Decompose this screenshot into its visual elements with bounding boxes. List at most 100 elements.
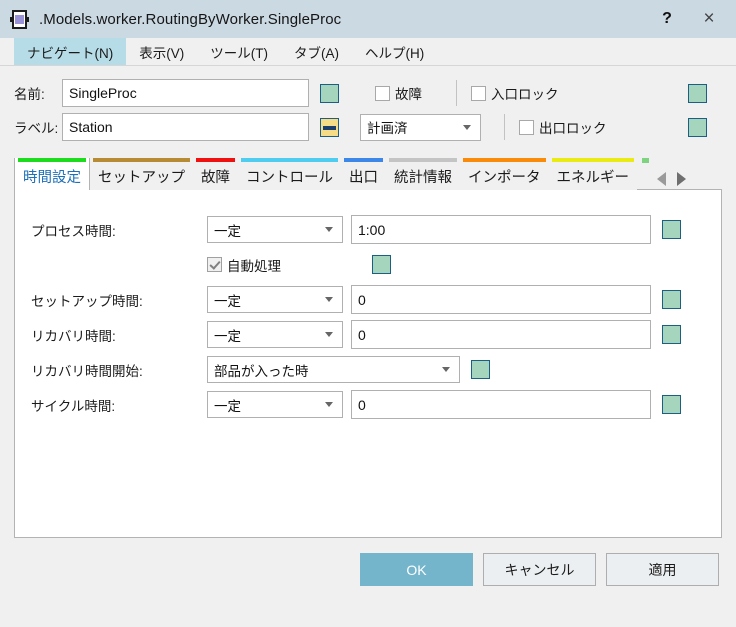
workstation-icon: [10, 9, 29, 29]
recovery-time-row: リカバリ時間: 一定 0: [15, 317, 721, 352]
entrance-lock-checkbox[interactable]: [471, 85, 486, 101]
entrance-lock-label: 入口ロック: [491, 87, 559, 102]
auto-process-row: 自動処理: [15, 247, 721, 282]
tab-exit[interactable]: 出口: [341, 158, 386, 190]
exit-lock-checkbox[interactable]: [519, 119, 534, 135]
name-row: 名前: SingleProc 故障 入口ロック: [0, 76, 736, 110]
label-input[interactable]: Station: [62, 113, 309, 141]
recovery-start-combo[interactable]: 部品が入った時: [207, 356, 460, 383]
tab-energy[interactable]: エネルギー: [548, 158, 637, 190]
process-time-indicator-square[interactable]: [662, 220, 681, 239]
failure-checkbox-label: 故障: [395, 87, 422, 102]
setup-time-input[interactable]: 0: [351, 285, 651, 314]
chevron-down-icon: [325, 332, 333, 337]
tab-label: 時間設定: [23, 169, 81, 186]
recovery-time-label: リカバリ時間:: [31, 328, 116, 344]
recovery-time-input[interactable]: 0: [351, 320, 651, 349]
menu-item-view[interactable]: 表示(V): [126, 38, 197, 65]
setup-time-indicator-square[interactable]: [662, 290, 681, 309]
dialog-footer: OK キャンセル 適用: [0, 538, 736, 586]
failure-checkbox-wrap[interactable]: 故障: [375, 83, 422, 103]
tab-label: インポータ: [468, 169, 541, 186]
menu-item-navigate[interactable]: ナビゲート(N): [14, 38, 127, 65]
recovery-time-indicator-square[interactable]: [662, 325, 681, 344]
cycle-time-distribution-value: 一定: [214, 398, 241, 414]
tab-area: 時間設定 セットアップ 故障 コントロール 出口 統計情報 インポータ エネルギ…: [14, 158, 722, 538]
process-time-label: プロセス時間:: [31, 223, 116, 239]
tab-statistics[interactable]: 統計情報: [386, 158, 460, 190]
setup-time-distribution-value: 一定: [214, 293, 241, 309]
entrance-lock-indicator-square[interactable]: [688, 83, 707, 103]
cancel-button[interactable]: キャンセル: [483, 553, 596, 586]
header-form: 名前: SingleProc 故障 入口ロック ラベル: Station 計画済: [0, 66, 736, 158]
tab-time-settings[interactable]: 時間設定: [14, 158, 90, 190]
chevron-down-icon: [325, 402, 333, 407]
recovery-start-label: リカバリ時間開始:: [31, 363, 143, 379]
tab-overflow-indicator: [642, 158, 649, 163]
tab-scroll-controls: [657, 172, 686, 190]
header-divider: [456, 80, 457, 106]
chevron-down-icon: [463, 124, 471, 130]
tab-importer[interactable]: インポータ: [460, 158, 549, 190]
ok-button[interactable]: OK: [360, 553, 473, 586]
name-indicator-square[interactable]: [320, 83, 339, 103]
tab-control[interactable]: コントロール: [238, 158, 341, 190]
entrance-lock-wrap[interactable]: 入口ロック: [471, 83, 559, 103]
tab-setup[interactable]: セットアップ: [90, 158, 193, 190]
label-row: ラベル: Station 計画済 出口ロック: [0, 110, 736, 144]
close-icon[interactable]: ×: [688, 0, 730, 38]
process-time-input[interactable]: 1:00: [351, 215, 651, 244]
header-divider-2: [504, 114, 505, 140]
exit-lock-label: 出口ロック: [539, 121, 607, 136]
window-title: .Models.worker.RoutingByWorker.SinglePro…: [39, 10, 342, 28]
tab-panel-time-settings: プロセス時間: 一定 1:00 自動処理 セットアップ時間: 一定 0 リカバリ…: [14, 189, 722, 538]
menu-item-tools[interactable]: ツール(T): [197, 38, 281, 65]
failure-checkbox[interactable]: [375, 85, 390, 101]
recovery-start-indicator-square[interactable]: [471, 360, 490, 379]
cycle-time-input[interactable]: 0: [351, 390, 651, 419]
scroll-right-icon[interactable]: [677, 172, 686, 186]
auto-process-checkbox[interactable]: [207, 257, 222, 272]
help-icon[interactable]: ?: [646, 0, 688, 38]
menu-item-tab[interactable]: タブ(A): [281, 38, 352, 65]
chevron-down-icon: [325, 297, 333, 302]
tab-label: 統計情報: [394, 169, 452, 186]
process-time-distribution-combo[interactable]: 一定: [207, 216, 343, 243]
process-time-distribution-value: 一定: [214, 223, 241, 239]
recovery-start-value: 部品が入った時: [214, 363, 309, 379]
auto-process-checkbox-wrap[interactable]: 自動処理: [207, 255, 281, 275]
name-input[interactable]: SingleProc: [62, 79, 309, 107]
tab-strip: 時間設定 セットアップ 故障 コントロール 出口 統計情報 インポータ エネルギ…: [14, 158, 722, 190]
setup-time-distribution-combo[interactable]: 一定: [207, 286, 343, 313]
tab-label: 出口: [349, 169, 378, 186]
setup-time-row: セットアップ時間: 一定 0: [15, 282, 721, 317]
tab-failure[interactable]: 故障: [193, 158, 238, 190]
apply-button[interactable]: 適用: [606, 553, 719, 586]
auto-process-indicator-square[interactable]: [372, 255, 391, 274]
menu-bar: ナビゲート(N) 表示(V) ツール(T) タブ(A) ヘルプ(H): [0, 38, 736, 66]
label-indicator-square[interactable]: [320, 117, 339, 137]
recovery-time-distribution-combo[interactable]: 一定: [207, 321, 343, 348]
tab-label: エネルギー: [556, 169, 630, 186]
tab-label: コントロール: [246, 169, 333, 186]
cycle-time-label: サイクル時間:: [31, 398, 116, 414]
cycle-time-row: サイクル時間: 一定 0: [15, 387, 721, 422]
scroll-left-icon[interactable]: [657, 172, 666, 186]
exit-lock-indicator-square[interactable]: [688, 117, 707, 137]
status-combo[interactable]: 計画済: [360, 113, 481, 141]
name-label: 名前:: [14, 87, 45, 102]
title-bar: .Models.worker.RoutingByWorker.SinglePro…: [0, 0, 736, 38]
menu-item-help[interactable]: ヘルプ(H): [352, 38, 437, 65]
label-label: ラベル:: [14, 121, 59, 136]
tab-label: セットアップ: [98, 169, 185, 186]
exit-lock-wrap[interactable]: 出口ロック: [519, 117, 607, 137]
status-combo-value: 計画済: [367, 121, 408, 136]
panel-form: プロセス時間: 一定 1:00 自動処理 セットアップ時間: 一定 0 リカバリ…: [15, 190, 721, 422]
tab-label: 故障: [201, 169, 230, 186]
setup-time-label: セットアップ時間:: [31, 293, 143, 309]
recovery-start-row: リカバリ時間開始: 部品が入った時: [15, 352, 721, 387]
cycle-time-indicator-square[interactable]: [662, 395, 681, 414]
auto-process-label: 自動処理: [227, 258, 281, 274]
process-time-row: プロセス時間: 一定 1:00: [15, 212, 721, 247]
cycle-time-distribution-combo[interactable]: 一定: [207, 391, 343, 418]
